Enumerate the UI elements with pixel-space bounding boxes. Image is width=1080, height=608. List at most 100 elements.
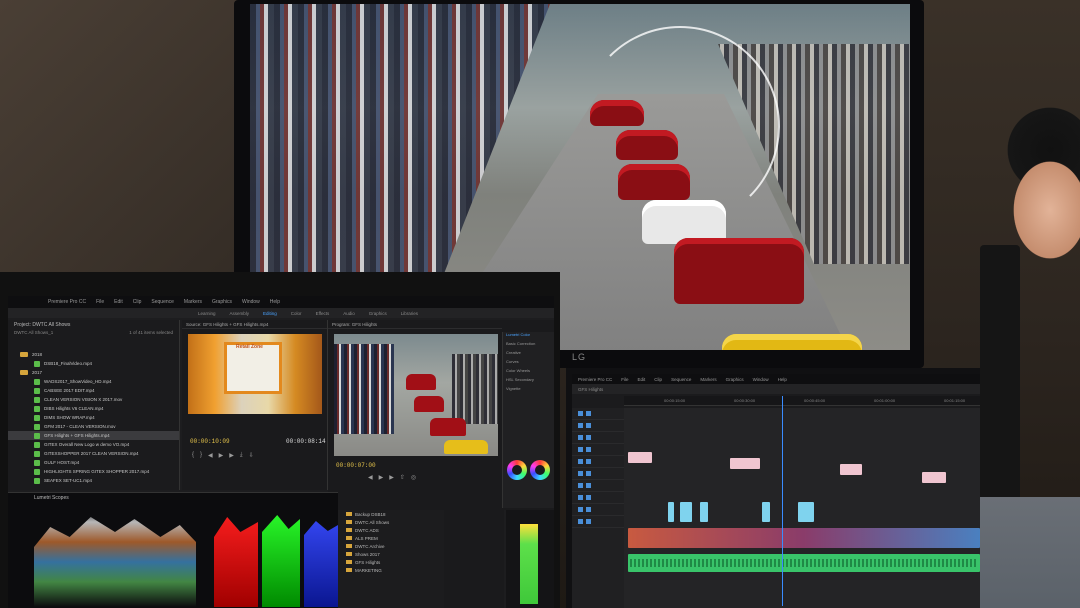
media-browser-item[interactable]: Backup DSB18 [340, 510, 444, 518]
menu-edit[interactable]: Edit [638, 377, 646, 382]
folder-icon [20, 352, 28, 357]
menu-file[interactable]: File [96, 299, 104, 305]
mark-out-icon[interactable]: } [200, 452, 202, 459]
mark-in-icon[interactable]: { [192, 452, 194, 459]
tab-editing[interactable]: Editing [263, 311, 277, 316]
menu-sequence[interactable]: Sequence [151, 299, 174, 305]
title-clip[interactable] [730, 458, 760, 469]
project-item[interactable]: GFS Hilights + GFS Hilights.mp4 [8, 431, 179, 440]
menu-file[interactable]: File [621, 377, 628, 382]
track-header[interactable] [572, 504, 624, 516]
time-ruler[interactable]: 00:00:15:00 00:00:30:00 00:00:45:00 00:0… [624, 396, 984, 406]
source-title[interactable]: Source: GFS Hilights + GFS Hilights.mp4 [182, 320, 327, 329]
step-forward-icon[interactable]: ▶ [389, 474, 394, 481]
project-item[interactable]: GITEXSHOPPER 2017 CLEAN VERSION.mp4 [8, 449, 179, 458]
track-header[interactable] [572, 408, 624, 420]
tab-assembly[interactable]: Assembly [230, 311, 250, 316]
track-header[interactable] [572, 516, 624, 528]
sequence-tab[interactable]: GFS Hilights [578, 387, 603, 392]
program-title[interactable]: Program: GFS Hilights [328, 320, 502, 329]
project-item[interactable]: DIBS Hilights V6 CLEAN.mp4 [8, 404, 179, 413]
track-header[interactable] [572, 492, 624, 504]
lumetri-color-wheels[interactable]: Color Wheels [503, 368, 554, 377]
lumetri-hsl[interactable]: HSL Secondary [503, 377, 554, 386]
video-clip[interactable] [700, 502, 708, 522]
project-item[interactable]: CABSEE 2017 EDIT.mp4 [8, 386, 179, 395]
menu-help[interactable]: Help [778, 377, 787, 382]
menu-markers[interactable]: Markers [184, 299, 202, 305]
video-track-v1[interactable] [628, 528, 980, 548]
menu-clip[interactable]: Clip [133, 299, 142, 305]
program-timecode[interactable]: 00:00:07:00 [336, 462, 376, 469]
media-browser-item[interactable]: DWTC ADS [340, 526, 444, 534]
source-timecode-in[interactable]: 00:00:10:09 [190, 438, 230, 445]
lumetri-title[interactable]: Lumetri Color [503, 332, 554, 341]
lumetri-basic[interactable]: Basic Correction [503, 341, 554, 350]
title-clip[interactable] [840, 464, 862, 475]
menu-graphics[interactable]: Graphics [212, 299, 232, 305]
step-forward-icon[interactable]: ▶ [229, 452, 234, 459]
title-clip[interactable] [628, 452, 652, 463]
media-browser-item[interactable]: ALS PREM [340, 534, 444, 542]
track-header[interactable] [572, 444, 624, 456]
track-header[interactable] [572, 420, 624, 432]
media-browser-item[interactable]: MARKETING [340, 566, 444, 574]
video-clip[interactable] [762, 502, 770, 522]
video-clip[interactable] [680, 502, 692, 522]
project-bin[interactable]: 2018 [8, 350, 179, 359]
menu-markers[interactable]: Markers [700, 377, 716, 382]
playhead[interactable] [782, 396, 783, 606]
media-browser-item[interactable]: DWTC Archive [340, 542, 444, 550]
step-back-icon[interactable]: ◀ [208, 452, 213, 459]
menu-edit[interactable]: Edit [114, 299, 123, 305]
project-item[interactable]: WADS2017_ShowVideo_HD.mp4 [8, 377, 179, 386]
tab-learning[interactable]: Learning [198, 311, 216, 316]
tab-graphics[interactable]: Graphics [369, 311, 387, 316]
tab-audio[interactable]: Audio [343, 311, 355, 316]
menu-window[interactable]: Window [242, 299, 260, 305]
insert-icon[interactable]: ⤓ [240, 452, 243, 459]
lumetri-creative[interactable]: Creative [503, 350, 554, 359]
project-item[interactable]: DSB18_FinalVideo.mp4 [8, 359, 179, 368]
tab-effects[interactable]: Effects [316, 311, 330, 316]
play-icon[interactable]: ▶ [219, 452, 224, 459]
project-item[interactable]: SEAFEX SET-UC1.mp4 [8, 476, 179, 485]
menu-window[interactable]: Window [753, 377, 769, 382]
track-header[interactable] [572, 480, 624, 492]
menu-graphics[interactable]: Graphics [726, 377, 744, 382]
project-item[interactable]: GULF HOST.mp4 [8, 458, 179, 467]
lift-icon[interactable]: ⇧ [400, 474, 405, 481]
menu-help[interactable]: Help [270, 299, 280, 305]
project-item[interactable]: DIMS SHOW WRAP.mp4 [8, 413, 179, 422]
menu-clip[interactable]: Clip [654, 377, 662, 382]
folder-icon [346, 568, 352, 572]
color-wheel-icon[interactable] [530, 460, 550, 480]
track-header[interactable] [572, 456, 624, 468]
media-browser-item[interactable]: GFS Hilights [340, 558, 444, 566]
title-clip[interactable] [922, 472, 946, 483]
tab-libraries[interactable]: Libraries [401, 311, 418, 316]
media-browser-item[interactable]: DWTC All Shows [340, 518, 444, 526]
media-browser-item[interactable]: Shows 2017 [340, 550, 444, 558]
scopes-title[interactable]: Lumetri Scopes [8, 493, 338, 502]
menu-sequence[interactable]: Sequence [671, 377, 691, 382]
track-header[interactable] [572, 432, 624, 444]
tab-color[interactable]: Color [291, 311, 302, 316]
project-item[interactable]: HIGHLIGHTS SPRING GITEX SHOPPER 2017.mp4 [8, 467, 179, 476]
timeline-tracks[interactable] [624, 408, 984, 608]
audio-track-a1[interactable] [628, 554, 980, 572]
step-back-icon[interactable]: ◀ [368, 474, 373, 481]
track-header[interactable] [572, 468, 624, 480]
video-clip[interactable] [798, 502, 814, 522]
export-frame-icon[interactable]: ◎ [411, 474, 416, 481]
overwrite-icon[interactable]: ⇩ [249, 452, 254, 459]
play-icon[interactable]: ▶ [379, 474, 384, 481]
project-item[interactable]: CLEAN VERSION VISION X 2017.mov [8, 395, 179, 404]
project-bin[interactable]: 2017 [8, 368, 179, 377]
lumetri-vignette[interactable]: Vignette [503, 386, 554, 395]
video-clip[interactable] [668, 502, 674, 522]
project-item[interactable]: GFM 2017 - CLEAN VERSION.mov [8, 422, 179, 431]
project-item[interactable]: GITEX Overall New Logo w demo VO.mp4 [8, 440, 179, 449]
color-wheel-icon[interactable] [507, 460, 527, 480]
lumetri-curves[interactable]: Curves [503, 359, 554, 368]
